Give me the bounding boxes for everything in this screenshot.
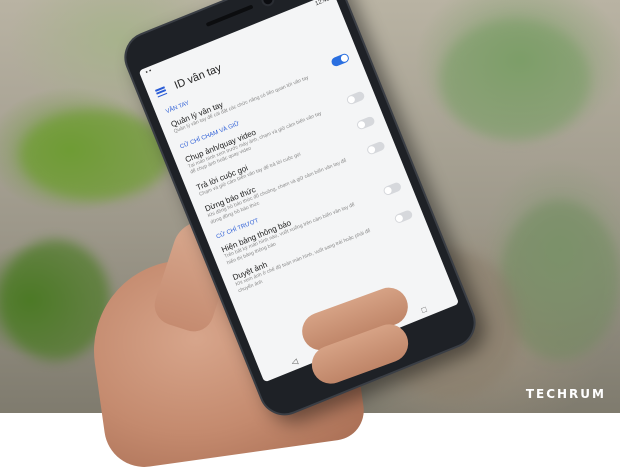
toggle-switch[interactable] [330,52,351,68]
toggle-switch[interactable] [393,208,414,224]
menu-icon[interactable] [154,86,168,98]
status-left: ▪ ▪ [144,68,153,76]
toggle-switch[interactable] [382,180,403,196]
recents-icon[interactable]: □ [420,304,428,314]
toggle-switch[interactable] [355,115,376,131]
toggle-switch[interactable] [365,140,386,156]
watermark: TECHRUM [525,387,606,401]
back-icon[interactable]: ◁ [290,356,299,367]
toggle-switch[interactable] [345,90,366,106]
